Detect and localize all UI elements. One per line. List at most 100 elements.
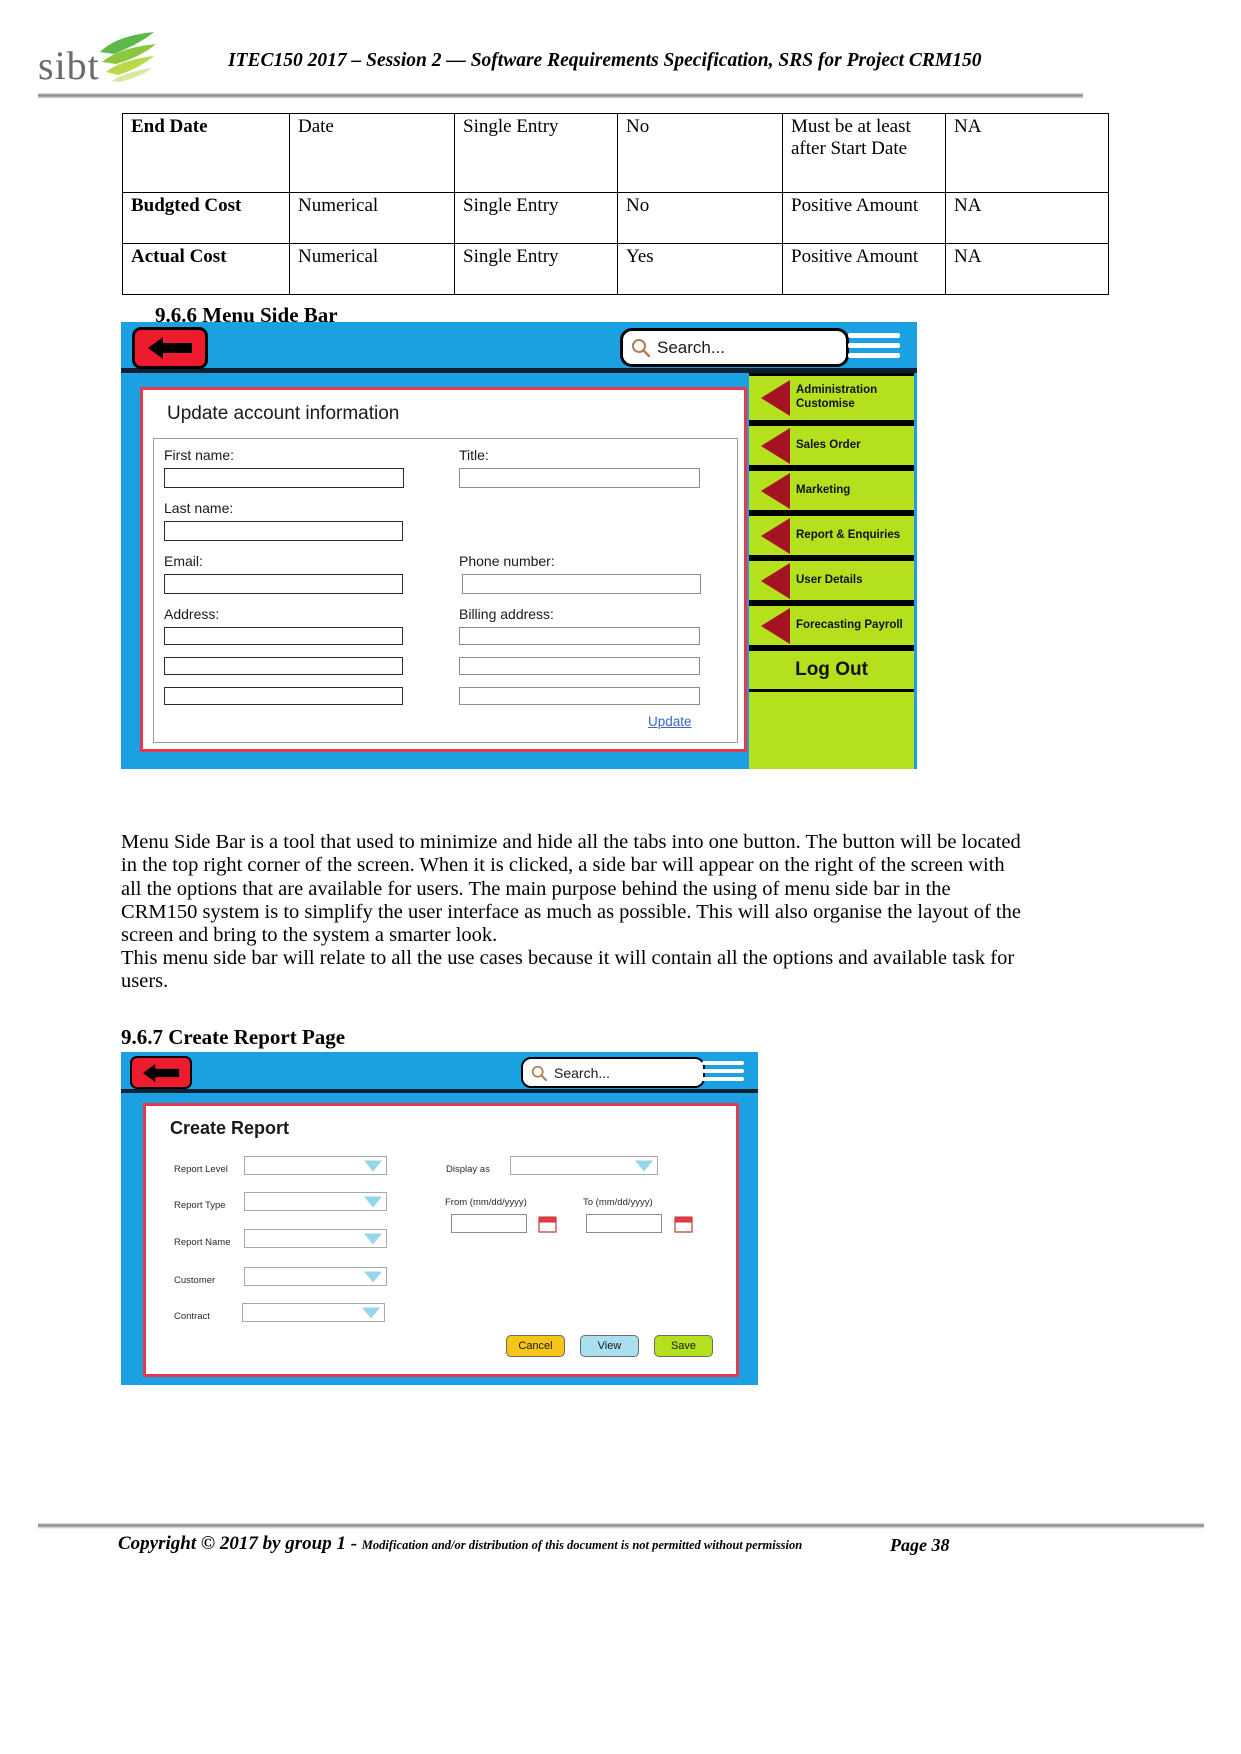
sidebar-item-sales-order[interactable]: Sales Order [749, 423, 914, 468]
create-report-panel: Create Report Report Level Report Type R… [143, 1103, 739, 1377]
sidebar-item-administration-customise[interactable]: Administration Customise [749, 373, 914, 423]
label-address: Address: [164, 606, 220, 622]
chevron-down-icon [362, 1307, 380, 1318]
input-first-name[interactable] [164, 468, 404, 488]
input-phone-number[interactable] [462, 574, 701, 594]
footer-note: Modification and/or distribution of this… [361, 1538, 803, 1552]
sidebar-item-label: Sales Order [796, 438, 861, 451]
panel-title: Update account information [167, 403, 400, 424]
select-customer[interactable] [244, 1267, 387, 1286]
section-heading-967: 9.6.7 Create Report Page [121, 1025, 346, 1049]
select-report-type[interactable] [244, 1192, 387, 1211]
label-email: Email: [164, 553, 203, 569]
sidebar-item-forecasting-payroll[interactable]: Forecasting Payroll [749, 603, 914, 648]
cell-entry-mode: Single Entry [454, 113, 618, 193]
back-arrow-icon [148, 337, 192, 359]
search-input[interactable]: Search... [521, 1057, 705, 1088]
input-billing-line1[interactable] [459, 627, 700, 645]
sidebar-item-label: Marketing [796, 483, 851, 496]
table-row: End Date Date Single Entry No Must be at… [122, 113, 1109, 193]
cell-validation: Positive Amount [782, 243, 946, 295]
cell-required: No [617, 113, 783, 193]
input-title[interactable] [459, 468, 700, 488]
sidebar-item-label-line1: Administration [796, 384, 878, 397]
input-address-line2[interactable] [164, 657, 403, 675]
cell-required: No [617, 192, 783, 244]
calendar-icon[interactable] [674, 1216, 693, 1233]
label-first-name: First name: [164, 447, 235, 463]
label-from-date: From (mm/dd/yyyy) [445, 1197, 527, 1208]
hamburger-menu-icon[interactable] [702, 1061, 744, 1081]
header-divider [38, 92, 1083, 99]
sidebar-item-label-line2: Customise [796, 398, 855, 410]
sidebar-item-log-out[interactable]: Log Out [749, 648, 914, 692]
page-title: ITEC150 2017 – Session 2 — Software Requ… [228, 50, 982, 71]
hamburger-bar [848, 333, 900, 338]
create-report-mockup: Search... Create Report Report Level Rep… [121, 1052, 758, 1385]
chevron-down-icon [364, 1271, 382, 1282]
input-from-date[interactable] [451, 1214, 527, 1233]
sidebar-item-report-enquiries[interactable]: Report & Enquiries [749, 513, 914, 558]
select-report-name[interactable] [244, 1229, 387, 1248]
sidebar-item-marketing[interactable]: Marketing [749, 468, 914, 513]
label-title: Title: [459, 447, 489, 463]
input-email[interactable] [164, 574, 403, 594]
input-address-line3[interactable] [164, 687, 403, 705]
select-contract[interactable] [242, 1303, 385, 1322]
label-report-type: Report Type [174, 1200, 226, 1211]
cell-data-type: Date [289, 113, 455, 193]
search-placeholder-text: Search... [657, 337, 726, 357]
update-link[interactable]: Update [648, 714, 692, 729]
input-to-date[interactable] [586, 1214, 662, 1233]
logo-wordmark: sibt [38, 43, 100, 88]
search-placeholder-text: Search... [554, 1064, 611, 1081]
table-row: Budgted Cost Numerical Single Entry No P… [122, 192, 1109, 244]
sidebar-item-label: User Details [796, 573, 863, 586]
cell-validation: Must be at least after Start Date [782, 113, 946, 193]
left-triangle-icon [761, 380, 790, 416]
save-button[interactable]: Save [654, 1335, 713, 1357]
sidebar-item-label: Administration Customise [796, 384, 877, 411]
select-display-as[interactable] [510, 1156, 658, 1175]
cell-data-type: Numerical [289, 192, 455, 244]
menu-sidebar: Administration Customise Sales Order Mar… [749, 373, 914, 769]
label-billing-address: Billing address: [459, 606, 554, 622]
menu-side-bar-mockup: Search... Update account information Fir… [121, 322, 917, 769]
back-button[interactable] [130, 1056, 192, 1089]
footer-page-number: Page 38 [890, 1535, 950, 1555]
label-to-date: To (mm/dd/yyyy) [583, 1197, 653, 1208]
left-triangle-icon [761, 427, 790, 464]
input-billing-line2[interactable] [459, 657, 700, 675]
update-account-panel: Update account information First name: L… [140, 387, 747, 752]
left-triangle-icon [761, 607, 790, 644]
chevron-down-icon [364, 1233, 382, 1244]
input-last-name[interactable] [164, 521, 403, 541]
calendar-icon[interactable] [538, 1216, 557, 1233]
hamburger-menu-icon[interactable] [848, 333, 900, 358]
view-button[interactable]: View [580, 1335, 639, 1357]
logo-swoosh-icon [100, 32, 156, 82]
cell-notes: NA [945, 113, 1109, 193]
document-header: sibt ITEC150 2017 – Session 2 — Software… [0, 0, 1241, 100]
hamburger-bar [702, 1069, 744, 1073]
cell-notes: NA [945, 243, 1109, 295]
label-contract: Contract [174, 1311, 210, 1322]
hamburger-bar [848, 353, 900, 358]
search-input[interactable]: Search... [620, 328, 849, 367]
search-icon [632, 339, 650, 357]
cell-required: Yes [617, 243, 783, 295]
input-billing-line3[interactable] [459, 687, 700, 705]
input-address-line1[interactable] [164, 627, 403, 645]
table-row: Actual Cost Numerical Single Entry Yes P… [122, 243, 1109, 295]
sibt-logo: sibt [38, 32, 156, 88]
paragraph-menu-side-bar-usecases: This menu side bar will relate to all th… [121, 947, 1015, 993]
sidebar-item-user-details[interactable]: User Details [749, 558, 914, 603]
footer-copyright: Copyright © 2017 by group 1 - [118, 1533, 362, 1554]
label-customer: Customer [174, 1275, 216, 1286]
cancel-button[interactable]: Cancel [506, 1335, 565, 1357]
sidebar-item-label: Report & Enquiries [796, 528, 901, 541]
back-arrow-icon [143, 1063, 179, 1082]
label-display-as: Display as [446, 1164, 490, 1175]
back-button[interactable] [132, 327, 208, 369]
select-report-level[interactable] [244, 1156, 387, 1175]
